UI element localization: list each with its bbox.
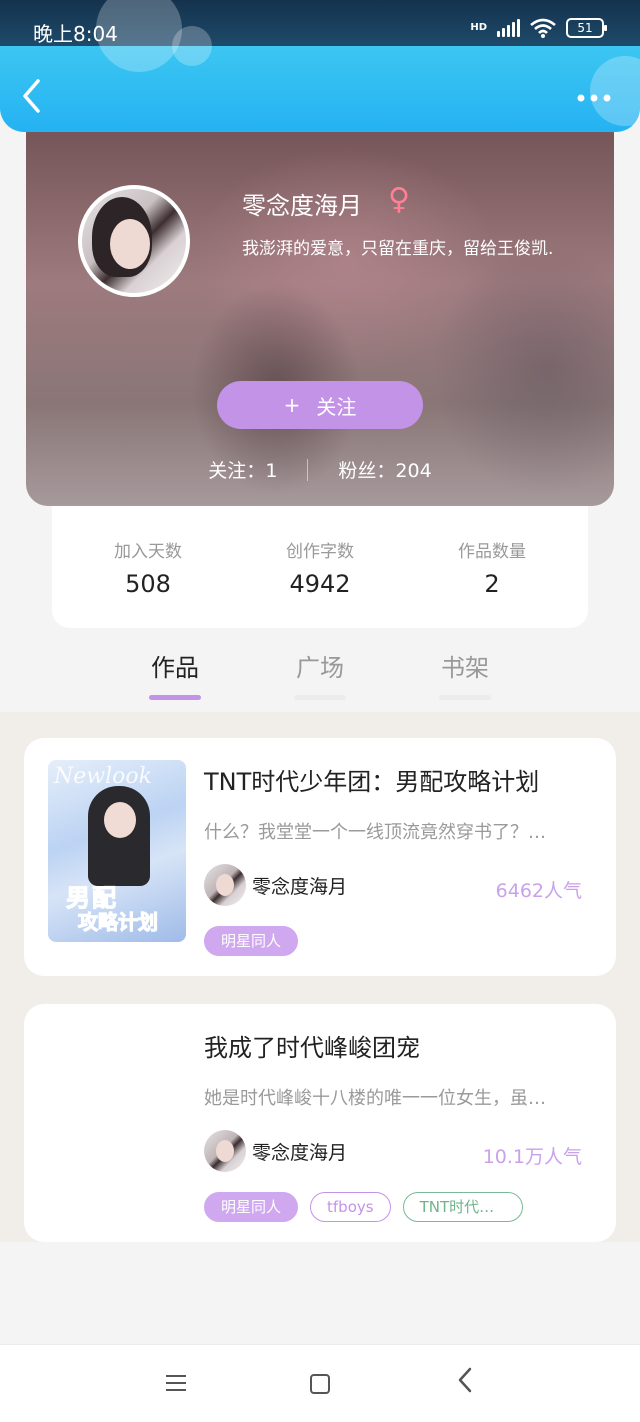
tab-bar: 作品 广场 书架 [0, 636, 640, 712]
tab-indicator [294, 695, 346, 700]
fans-link[interactable]: 粉丝：204 [338, 456, 431, 483]
following-count: 1 [265, 460, 278, 482]
battery-icon: 51 [566, 18, 607, 38]
author-name: 零念度海月 [252, 1141, 348, 1164]
tab-square[interactable]: 广场 [280, 648, 360, 700]
decor-bubble [172, 26, 212, 66]
work-title[interactable]: 我成了时代峰峻团宠 [204, 1028, 420, 1063]
work-card[interactable]: 我成了时代峰峻团宠 她是时代峰峻十八楼的唯一一位女生，虽… 零念度海月 10.1… [24, 1004, 616, 1242]
chevron-left-icon [458, 1367, 472, 1393]
author-avatar [204, 864, 246, 906]
more-dots-icon [577, 94, 611, 102]
tag[interactable]: TNT时代… [402, 1192, 523, 1222]
stat-label: 作品数量 [458, 541, 526, 562]
tab-label: 作品 [151, 654, 199, 682]
tab-works[interactable]: 作品 [135, 648, 215, 700]
tab-indicator [439, 695, 491, 700]
fans-label: 粉丝： [338, 460, 396, 482]
author-avatar [204, 1130, 246, 1172]
stat-label: 创作字数 [286, 541, 354, 562]
following-label: 关注： [208, 460, 266, 482]
follow-stats: 关注：1 粉丝：204 [26, 456, 614, 483]
follow-button-label: 关注 [316, 394, 357, 419]
stat-works-count: 作品数量 2 [407, 537, 577, 598]
back-button[interactable] [20, 78, 52, 118]
stat-word-count: 创作字数 4942 [235, 537, 405, 598]
fans-count: 204 [395, 460, 432, 482]
system-nav-bar [0, 1344, 640, 1422]
tab-bookshelf[interactable]: 书架 [425, 648, 505, 700]
home-icon[interactable] [310, 1374, 330, 1394]
author-name: 零念度海月 [252, 875, 348, 898]
tag[interactable]: tfboys [310, 1192, 391, 1222]
work-card[interactable]: Newlook 男配 攻略计划 TNT时代少年团：男配攻略计划 什么？我堂堂一个… [24, 738, 616, 976]
tag[interactable]: 明星同人 [204, 926, 299, 956]
stat-join-days: 加入天数 508 [63, 537, 233, 598]
work-tags: 明星同人 [204, 926, 299, 956]
tag[interactable]: 明星同人 [204, 1192, 299, 1222]
work-title[interactable]: TNT时代少年团：男配攻略计划 [204, 762, 539, 797]
menu-icon[interactable] [166, 1375, 186, 1391]
following-link[interactable]: 关注：1 [208, 456, 277, 483]
stats-card: 加入天数 508 创作字数 4942 作品数量 2 [52, 506, 588, 628]
work-cover[interactable]: Newlook 男配 攻略计划 [48, 760, 186, 942]
work-author[interactable]: 零念度海月 [204, 864, 347, 906]
female-icon: ♀ [388, 182, 410, 217]
stat-value: 4942 [289, 569, 351, 598]
work-description: 什么？我堂堂一个一线顶流竟然穿书了？… [204, 822, 546, 843]
profile-username: 零念度海月 [242, 192, 362, 220]
signal-icon [497, 19, 520, 37]
stat-value: 2 [484, 569, 500, 598]
work-author[interactable]: 零念度海月 [204, 1130, 347, 1172]
wifi-icon [530, 18, 556, 38]
tab-label: 书架 [441, 654, 489, 682]
tab-label: 广场 [296, 654, 344, 682]
cover-subtitle: 攻略计划 [78, 910, 159, 935]
divider [307, 458, 309, 481]
profile-bio: 我澎湃的爱意，只留在重庆，留给王俊凯. [242, 239, 554, 259]
hd-icon: HD [470, 22, 487, 33]
status-icons: HD 51 [470, 18, 607, 38]
cover-text: Newlook [54, 764, 152, 789]
more-button[interactable] [576, 82, 616, 112]
stat-label: 加入天数 [114, 541, 182, 562]
status-time: 晚上8:04 [33, 22, 118, 46]
top-bar: 晚上8:04 HD 51 [0, 0, 640, 132]
works-list: Newlook 男配 攻略计划 TNT时代少年团：男配攻略计划 什么？我堂堂一个… [0, 712, 640, 1242]
work-popularity: 10.1万人气 [482, 1146, 582, 1168]
work-tags: 明星同人 tfboys TNT时代… [204, 1192, 523, 1222]
profile-avatar[interactable] [78, 185, 190, 297]
work-popularity: 6462人气 [495, 880, 582, 902]
plus-icon: + [283, 393, 301, 417]
stat-value: 508 [125, 569, 171, 598]
system-back-button[interactable] [457, 1367, 481, 1399]
chevron-left-icon [23, 79, 40, 113]
follow-button[interactable]: + 关注 [217, 381, 423, 429]
profile-header: 零念度海月 ♀ 我澎湃的爱意，只留在重庆，留给王俊凯. + 关注 关注：1 粉丝… [26, 100, 614, 506]
tab-indicator [149, 695, 201, 700]
work-description: 她是时代峰峻十八楼的唯一一位女生，虽… [204, 1088, 546, 1109]
